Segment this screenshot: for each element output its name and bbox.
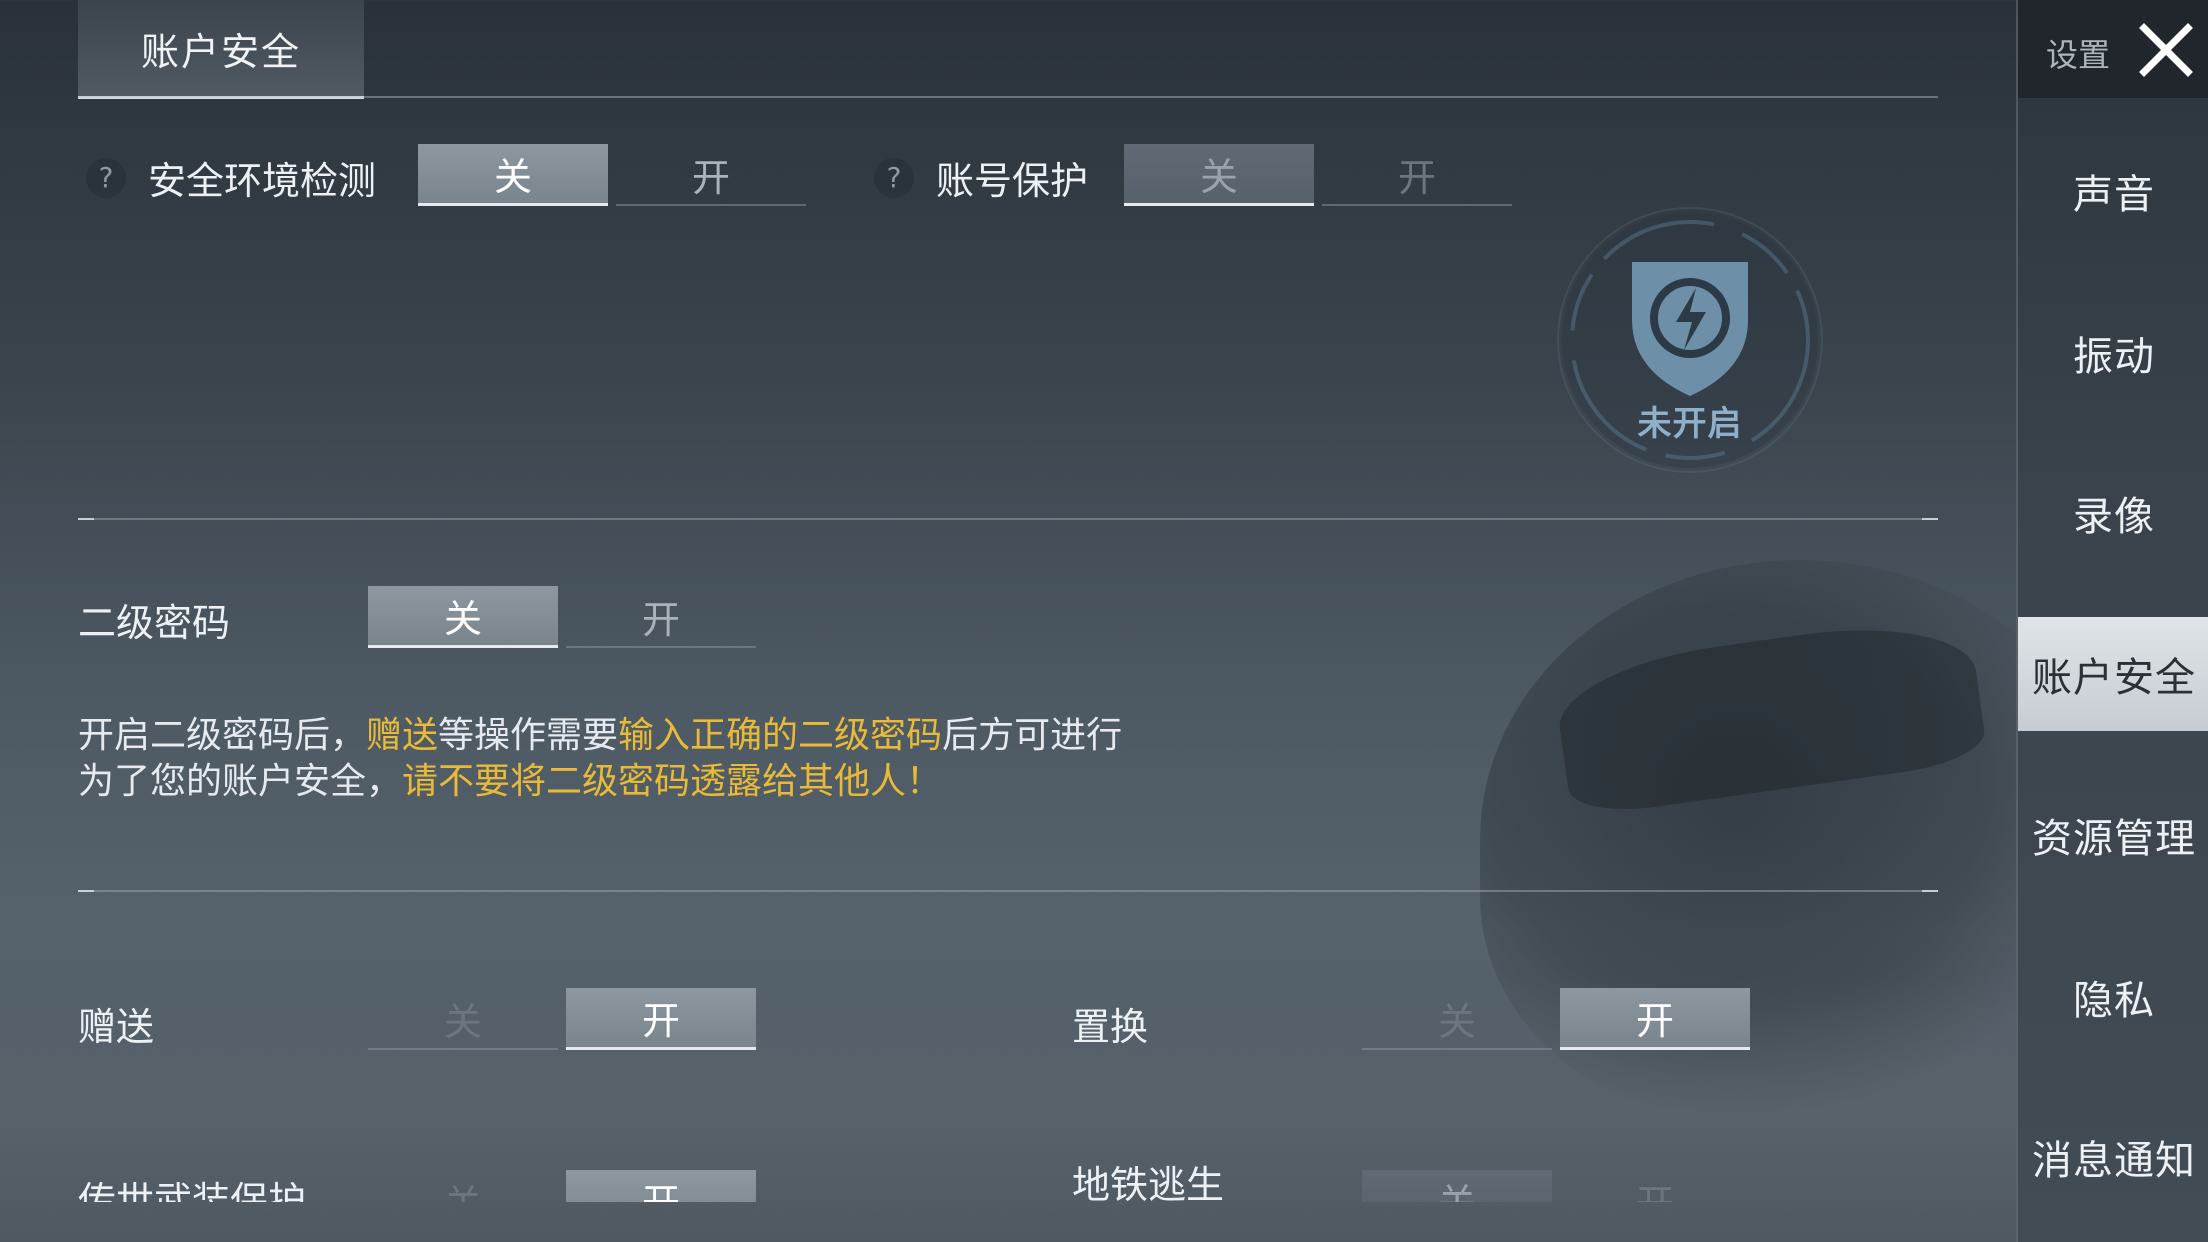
info-text: 开启二级密码后， <box>78 715 367 756</box>
legend-gear-row: 传世武装保护 <box>78 1170 306 1202</box>
info-highlight: 请不要将二级密码透露给其他人！ <box>402 761 943 802</box>
info-text: 后方可进行 <box>942 715 1123 756</box>
second-password-label: 二级密码 <box>78 601 231 645</box>
sidebar-item-label: 声音 <box>2073 172 2155 218</box>
gift-label: 赠送 <box>78 1005 155 1049</box>
security-env-off-button[interactable]: 关 <box>418 144 608 206</box>
sidebar-item-resource-management[interactable]: 资源管理 <box>2018 778 2208 892</box>
sidebar-item-notifications[interactable]: 消息通知 <box>2018 1100 2208 1214</box>
info-text: 为了您的账户安全， <box>78 761 403 802</box>
sidebar-item-account-security[interactable]: 账户安全 <box>2018 617 2208 731</box>
sidebar-item-recording[interactable]: 录像 <box>2018 456 2208 570</box>
legend-gear-label: 传世武装保护 <box>78 1179 307 1202</box>
legend-gear-on-button[interactable]: 开 <box>566 1170 756 1202</box>
account-protect-off-button[interactable]: 关 <box>1124 144 1314 206</box>
metro-row: 地铁逃生 <box>1072 1154 1224 1209</box>
tab-account-security-label: 账户安全 <box>140 29 301 74</box>
close-button[interactable] <box>2136 20 2196 80</box>
sidebar-item-label: 隐私 <box>2073 978 2155 1024</box>
gift-row: 赠送 <box>78 996 154 1051</box>
protection-emblem: 未开启 <box>1540 200 1840 500</box>
legend-gear-off-button[interactable]: 关 <box>368 1170 558 1203</box>
security-env-label: 安全环境检测 <box>148 159 377 203</box>
security-env-help-icon[interactable]: ? <box>86 157 126 198</box>
metro-off-button[interactable]: 关 <box>1362 1170 1552 1202</box>
close-icon <box>2139 23 2193 77</box>
gift-toggle: 关 开 <box>368 988 764 1050</box>
account-protect-row: ? 账号保护 <box>874 150 1088 205</box>
gift-on-button[interactable]: 开 <box>566 988 756 1050</box>
sidebar-title: 设置 <box>2046 36 2111 74</box>
sidebar-item-label: 资源管理 <box>2032 816 2196 862</box>
sidebar-header: 设置 <box>2018 0 2208 98</box>
info-highlight: 赠送 <box>366 715 439 756</box>
security-env-row: ? 安全环境检测 <box>86 150 376 205</box>
sidebar-item-label: 账户安全 <box>2032 655 2196 701</box>
second-password-info-line1: 开启二级密码后，赠送等操作需要输入正确的二级密码后方可进行 <box>78 706 1122 758</box>
info-text: 等操作需要 <box>438 715 619 756</box>
settings-sidebar: 设置 声音 振动 录像 账户安全 资源管理 隐私 消息通知 <box>2016 0 2208 1242</box>
metro-label: 地铁逃生 <box>1072 1163 1225 1207</box>
swap-row: 置换 <box>1072 996 1148 1051</box>
security-env-on-button[interactable]: 开 <box>616 144 806 206</box>
account-protect-help-icon[interactable]: ? <box>874 157 914 198</box>
tab-account-security[interactable]: 账户安全 <box>78 0 364 99</box>
metro-on-button[interactable]: 开 <box>1560 1170 1750 1203</box>
second-password-info-line2: 为了您的账户安全，请不要将二级密码透露给其他人！ <box>78 752 942 804</box>
swap-label: 置换 <box>1072 1005 1149 1049</box>
gift-off-button[interactable]: 关 <box>368 988 558 1050</box>
security-env-toggle: 关 开 <box>418 144 814 206</box>
emblem-status-text: 未开启 <box>1637 404 1743 444</box>
sidebar-item-label: 振动 <box>2073 334 2155 380</box>
swap-on-button[interactable]: 开 <box>1560 988 1750 1050</box>
sidebar-item-privacy[interactable]: 隐私 <box>2018 940 2208 1054</box>
account-protect-toggle: 关 开 <box>1124 144 1520 206</box>
second-password-row: 二级密码 <box>78 592 230 647</box>
top-rule <box>78 96 1938 98</box>
section-divider-2 <box>78 890 1938 892</box>
section-divider-1 <box>78 518 1938 520</box>
account-protect-on-button[interactable]: 开 <box>1322 144 1512 206</box>
clipped-row-container: 传世武装保护 关 开 关 开 <box>0 1150 2016 1202</box>
second-password-on-button[interactable]: 开 <box>566 586 756 648</box>
info-highlight: 输入正确的二级密码 <box>618 715 943 756</box>
sidebar-item-label: 录像 <box>2073 494 2155 540</box>
sidebar-item-label: 消息通知 <box>2032 1138 2196 1184</box>
swap-off-button[interactable]: 关 <box>1362 988 1552 1050</box>
second-password-off-button[interactable]: 关 <box>368 586 558 648</box>
shield-bolt-icon <box>1557 207 1823 473</box>
legend-gear-toggle: 关 开 <box>368 1170 764 1202</box>
metro-toggle: 关 开 <box>1362 1170 1758 1202</box>
second-password-toggle: 关 开 <box>368 586 764 648</box>
sidebar-item-vibration[interactable]: 振动 <box>2018 296 2208 410</box>
swap-toggle: 关 开 <box>1362 988 1758 1050</box>
sidebar-item-sound[interactable]: 声音 <box>2018 134 2208 248</box>
account-protect-label: 账号保护 <box>936 159 1089 203</box>
